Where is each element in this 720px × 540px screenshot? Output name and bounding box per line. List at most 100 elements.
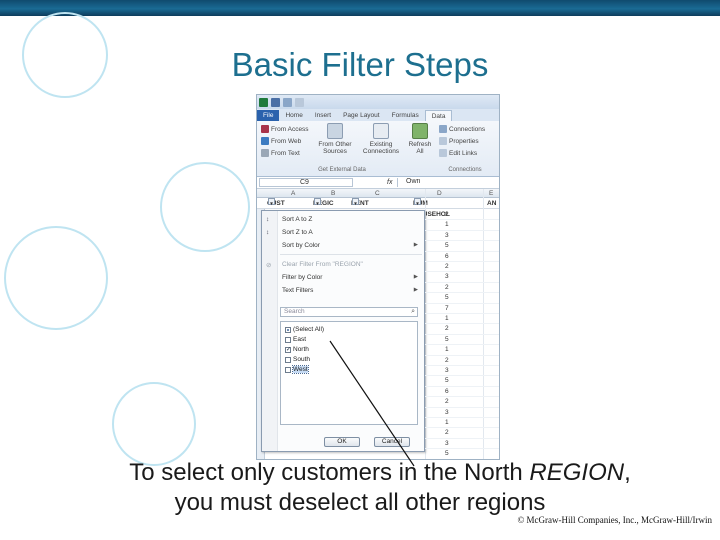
tab-formulas[interactable]: Formulas <box>386 110 425 121</box>
filter-dropdown-icon[interactable]: ▾ <box>268 198 275 207</box>
caption-line-1: To select only customers in the North RE… <box>40 459 720 487</box>
connections-icon <box>439 125 447 133</box>
from-text-label: From Text <box>271 149 300 157</box>
decorative-circle <box>160 162 250 252</box>
caption-line-2: you must deselect all other regions <box>174 489 546 516</box>
table-cell[interactable]: 2 <box>445 211 449 218</box>
checkbox-south[interactable] <box>285 356 291 363</box>
sort-a-to-z-item[interactable]: Sort A to Z <box>282 216 312 223</box>
column-header-c[interactable]: C <box>375 189 380 198</box>
slide-top-bar <box>0 0 720 16</box>
tab-insert[interactable]: Insert <box>309 110 337 121</box>
filter-dropdown-icon[interactable]: ▾ <box>314 198 321 207</box>
from-text-button[interactable]: From Text <box>261 149 300 157</box>
cancel-button[interactable]: Cancel <box>374 437 410 447</box>
properties-button[interactable]: Properties <box>439 137 479 145</box>
ok-button[interactable]: OK <box>324 437 360 447</box>
sort-az-icon: ↕ <box>266 216 270 223</box>
existing-connections-button[interactable]: Existing Connections <box>359 123 403 155</box>
refresh-all-button[interactable]: Refresh All <box>405 123 435 155</box>
save-icon[interactable] <box>271 97 280 107</box>
table-cell[interactable]: 3 <box>445 440 449 447</box>
table-cell[interactable]: 2 <box>445 325 449 332</box>
table-cell[interactable]: 6 <box>445 253 449 260</box>
clear-filter-item[interactable]: Clear Filter From "REGION" <box>282 261 363 268</box>
list-item-east[interactable]: East <box>285 336 306 343</box>
tab-home[interactable]: Home <box>279 110 308 121</box>
table-cell[interactable]: 5 <box>445 450 449 457</box>
list-item-select-all[interactable]: (Select All) <box>285 326 324 333</box>
from-web-button[interactable]: From Web <box>261 137 301 145</box>
filter-dropdown-icon[interactable]: ▾ <box>414 198 421 207</box>
edit-links-button[interactable]: Edit Links <box>439 149 477 157</box>
table-cell[interactable]: 5 <box>445 242 449 249</box>
formula-input[interactable]: Own <box>397 178 499 187</box>
row-gridline <box>425 219 499 221</box>
sort-z-to-a-item[interactable]: Sort Z to A <box>282 229 313 236</box>
north-label: North <box>293 346 309 353</box>
column-header-b[interactable]: B <box>331 189 335 198</box>
table-cell[interactable]: 6 <box>445 388 449 395</box>
table-cell[interactable]: 1 <box>445 419 449 426</box>
row-gridline <box>425 313 499 314</box>
filter-dropdown-icon[interactable]: ▾ <box>352 198 359 207</box>
properties-icon <box>439 137 447 145</box>
undo-icon[interactable] <box>283 97 292 107</box>
excel-app-icon[interactable] <box>259 97 268 107</box>
checkbox-west[interactable] <box>285 366 291 373</box>
list-item-south[interactable]: South <box>285 356 310 363</box>
table-cell[interactable]: 5 <box>445 377 449 384</box>
redo-icon[interactable] <box>295 97 304 107</box>
ribbon-tabs: File Home Insert Page Layout Formulas Da… <box>257 109 499 121</box>
table-cell[interactable]: 1 <box>445 221 449 228</box>
table-cell[interactable]: 3 <box>445 232 449 239</box>
table-cell[interactable]: 2 <box>445 429 449 436</box>
tab-page-layout[interactable]: Page Layout <box>337 110 386 121</box>
table-cell[interactable]: 3 <box>445 273 449 280</box>
table-cell[interactable]: 5 <box>445 336 449 343</box>
existing-connections-icon <box>373 123 389 139</box>
table-cell[interactable]: 5 <box>445 294 449 301</box>
connections-button[interactable]: Connections <box>439 125 485 133</box>
caption-text: To select only customers in the North <box>129 459 530 486</box>
tab-data[interactable]: Data <box>424 110 453 121</box>
table-cell[interactable]: 2 <box>445 357 449 364</box>
text-filters-item[interactable]: Text Filters <box>282 287 313 294</box>
menu-separator <box>280 254 422 255</box>
row-gridline <box>425 354 499 356</box>
from-other-sources-button[interactable]: From Other Sources <box>313 123 357 155</box>
row-gridline <box>425 261 499 262</box>
from-access-button[interactable]: From Access <box>261 125 309 133</box>
list-item-north[interactable]: ✓ North <box>285 346 309 353</box>
submenu-arrow-icon: ▶ <box>413 287 418 293</box>
sort-by-color-item[interactable]: Sort by Color <box>282 242 320 249</box>
list-item-west[interactable]: West <box>285 365 309 374</box>
table-cell[interactable]: 2 <box>445 263 449 270</box>
row-gridline <box>425 344 499 346</box>
row-gridline <box>425 406 499 408</box>
row-gridline <box>425 417 499 418</box>
column-header-d[interactable]: D <box>437 189 442 198</box>
table-cell[interactable]: 1 <box>445 346 449 353</box>
checkbox-east[interactable] <box>285 336 291 343</box>
table-cell[interactable]: 2 <box>445 284 449 291</box>
filter-by-color-item[interactable]: Filter by Color <box>282 274 322 281</box>
filter-search-input[interactable]: Search ⌕ <box>280 307 418 317</box>
checkbox-select-all[interactable] <box>285 326 291 333</box>
table-header-row: CUST▾ REGIC▾ RENT VS. OV▾ NUM HOUSEHOL▾ … <box>257 198 499 229</box>
column-header-e[interactable]: E <box>489 189 493 198</box>
select-all-label: (Select All) <box>293 326 325 333</box>
name-box[interactable]: C9 <box>259 178 353 187</box>
table-cell[interactable]: 7 <box>445 305 449 312</box>
tab-file[interactable]: File <box>257 110 280 121</box>
row-gridline <box>425 240 499 242</box>
table-cell[interactable]: 3 <box>445 367 449 374</box>
quick-access-toolbar <box>257 95 499 109</box>
formula-bar: C9 fx Own <box>257 177 499 189</box>
table-cell[interactable]: 3 <box>445 409 449 416</box>
table-cell[interactable]: 1 <box>445 315 449 322</box>
table-cell[interactable]: 2 <box>445 398 449 405</box>
row-gridline <box>425 396 499 398</box>
column-header-a[interactable]: A <box>291 189 295 198</box>
checkbox-north[interactable]: ✓ <box>285 346 291 353</box>
